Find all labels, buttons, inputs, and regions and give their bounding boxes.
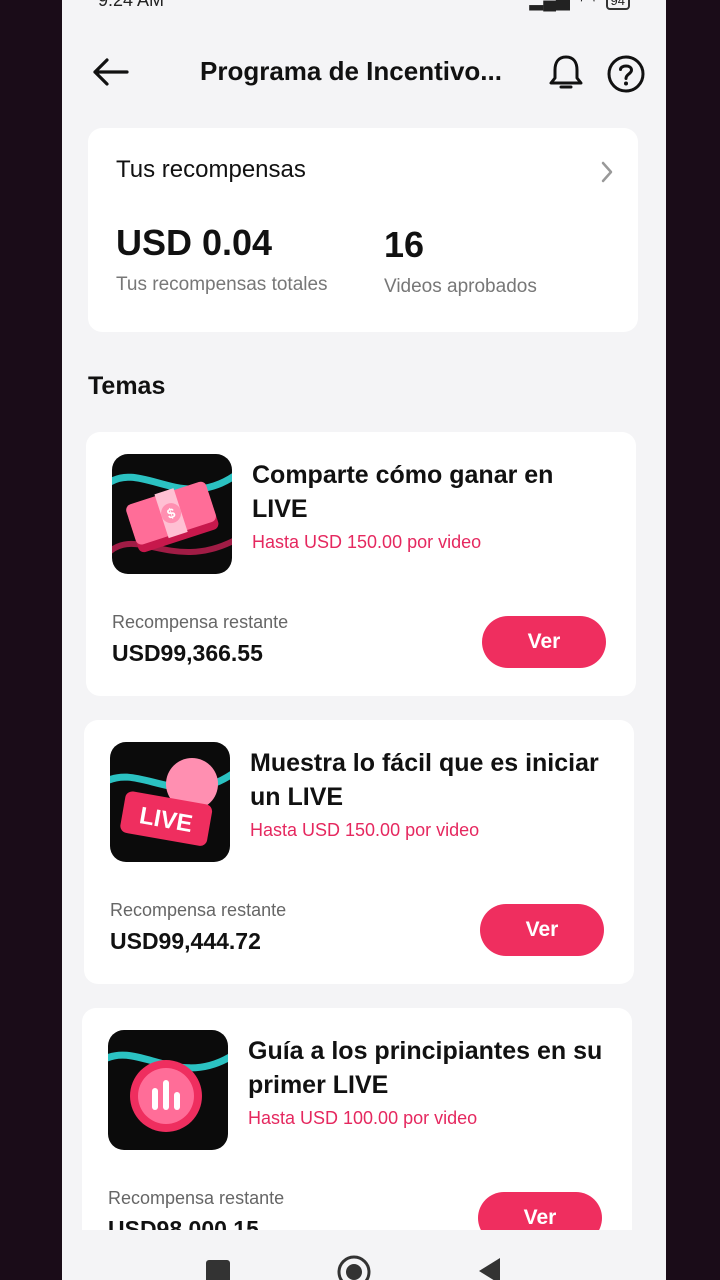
- phone-screen: 9:24 AM ▂▄▆ ◠ 94 Programa de Incentivo..…: [62, 0, 666, 1280]
- rewards-card[interactable]: Tus recompensas USD 0.04 Tus recompensas…: [88, 128, 638, 332]
- cash-stack-icon: $: [112, 454, 232, 574]
- total-rewards-amount: USD 0.04: [116, 222, 273, 263]
- status-icons: ▂▄▆ ◠ 94: [529, 0, 630, 11]
- approved-videos-label: Videos aprobados: [384, 276, 537, 297]
- system-nav-bar: [62, 1230, 666, 1280]
- status-time: 9:24 AM: [98, 0, 165, 10]
- topic-card[interactable]: $ Comparte cómo ganar en LIVE Hasta USD …: [86, 432, 636, 696]
- total-rewards-label: Tus recompensas totales: [116, 274, 328, 295]
- help-button[interactable]: [604, 52, 648, 96]
- view-button[interactable]: Ver: [482, 616, 606, 668]
- arrow-left-icon: [93, 58, 129, 86]
- recents-nav-icon[interactable]: [204, 1258, 232, 1280]
- topics-heading: Temas: [88, 372, 166, 400]
- bell-icon: [549, 55, 583, 89]
- audio-bars-icon: [108, 1030, 228, 1150]
- approved-videos-count: 16: [384, 224, 425, 265]
- help-icon: [607, 55, 645, 93]
- remaining-reward-value: USD99,366.55: [112, 640, 263, 666]
- remaining-reward-label: Recompensa restante: [112, 612, 289, 632]
- signal-icon: ▂▄▆: [529, 0, 570, 10]
- topic-title: Comparte cómo ganar en LIVE: [252, 461, 554, 523]
- wifi-icon: ◠: [579, 0, 596, 10]
- topic-card[interactable]: LIVE Muestra lo fácil que es iniciar un …: [84, 720, 634, 984]
- remaining-reward-label: Recompensa restante: [108, 1188, 285, 1208]
- remaining-reward-label: Recompensa restante: [110, 900, 287, 920]
- battery-icon: 94: [605, 0, 630, 10]
- remaining-reward-value: USD99,444.72: [110, 928, 261, 954]
- topic-payout: Hasta USD 150.00 por video: [250, 820, 480, 840]
- topic-payout: Hasta USD 150.00 por video: [252, 532, 482, 552]
- chevron-right-icon: [601, 161, 613, 183]
- back-nav-icon[interactable]: [476, 1256, 502, 1280]
- notifications-button[interactable]: [546, 52, 586, 92]
- page-title: Programa de Incentivo...: [200, 56, 502, 86]
- home-nav-icon[interactable]: [336, 1254, 372, 1280]
- topic-payout: Hasta USD 100.00 por video: [248, 1108, 478, 1128]
- view-button[interactable]: Ver: [480, 904, 604, 956]
- live-badge-icon: LIVE: [110, 742, 230, 862]
- topic-title: Muestra lo fácil que es iniciar un LIVE: [250, 749, 599, 811]
- back-button[interactable]: [88, 50, 132, 94]
- header: Programa de Incentivo...: [62, 40, 666, 104]
- rewards-heading: Tus recompensas: [116, 156, 306, 183]
- status-bar: 9:24 AM ▂▄▆ ◠ 94: [62, 0, 666, 12]
- topic-title: Guía a los principiantes en su primer LI…: [248, 1037, 603, 1099]
